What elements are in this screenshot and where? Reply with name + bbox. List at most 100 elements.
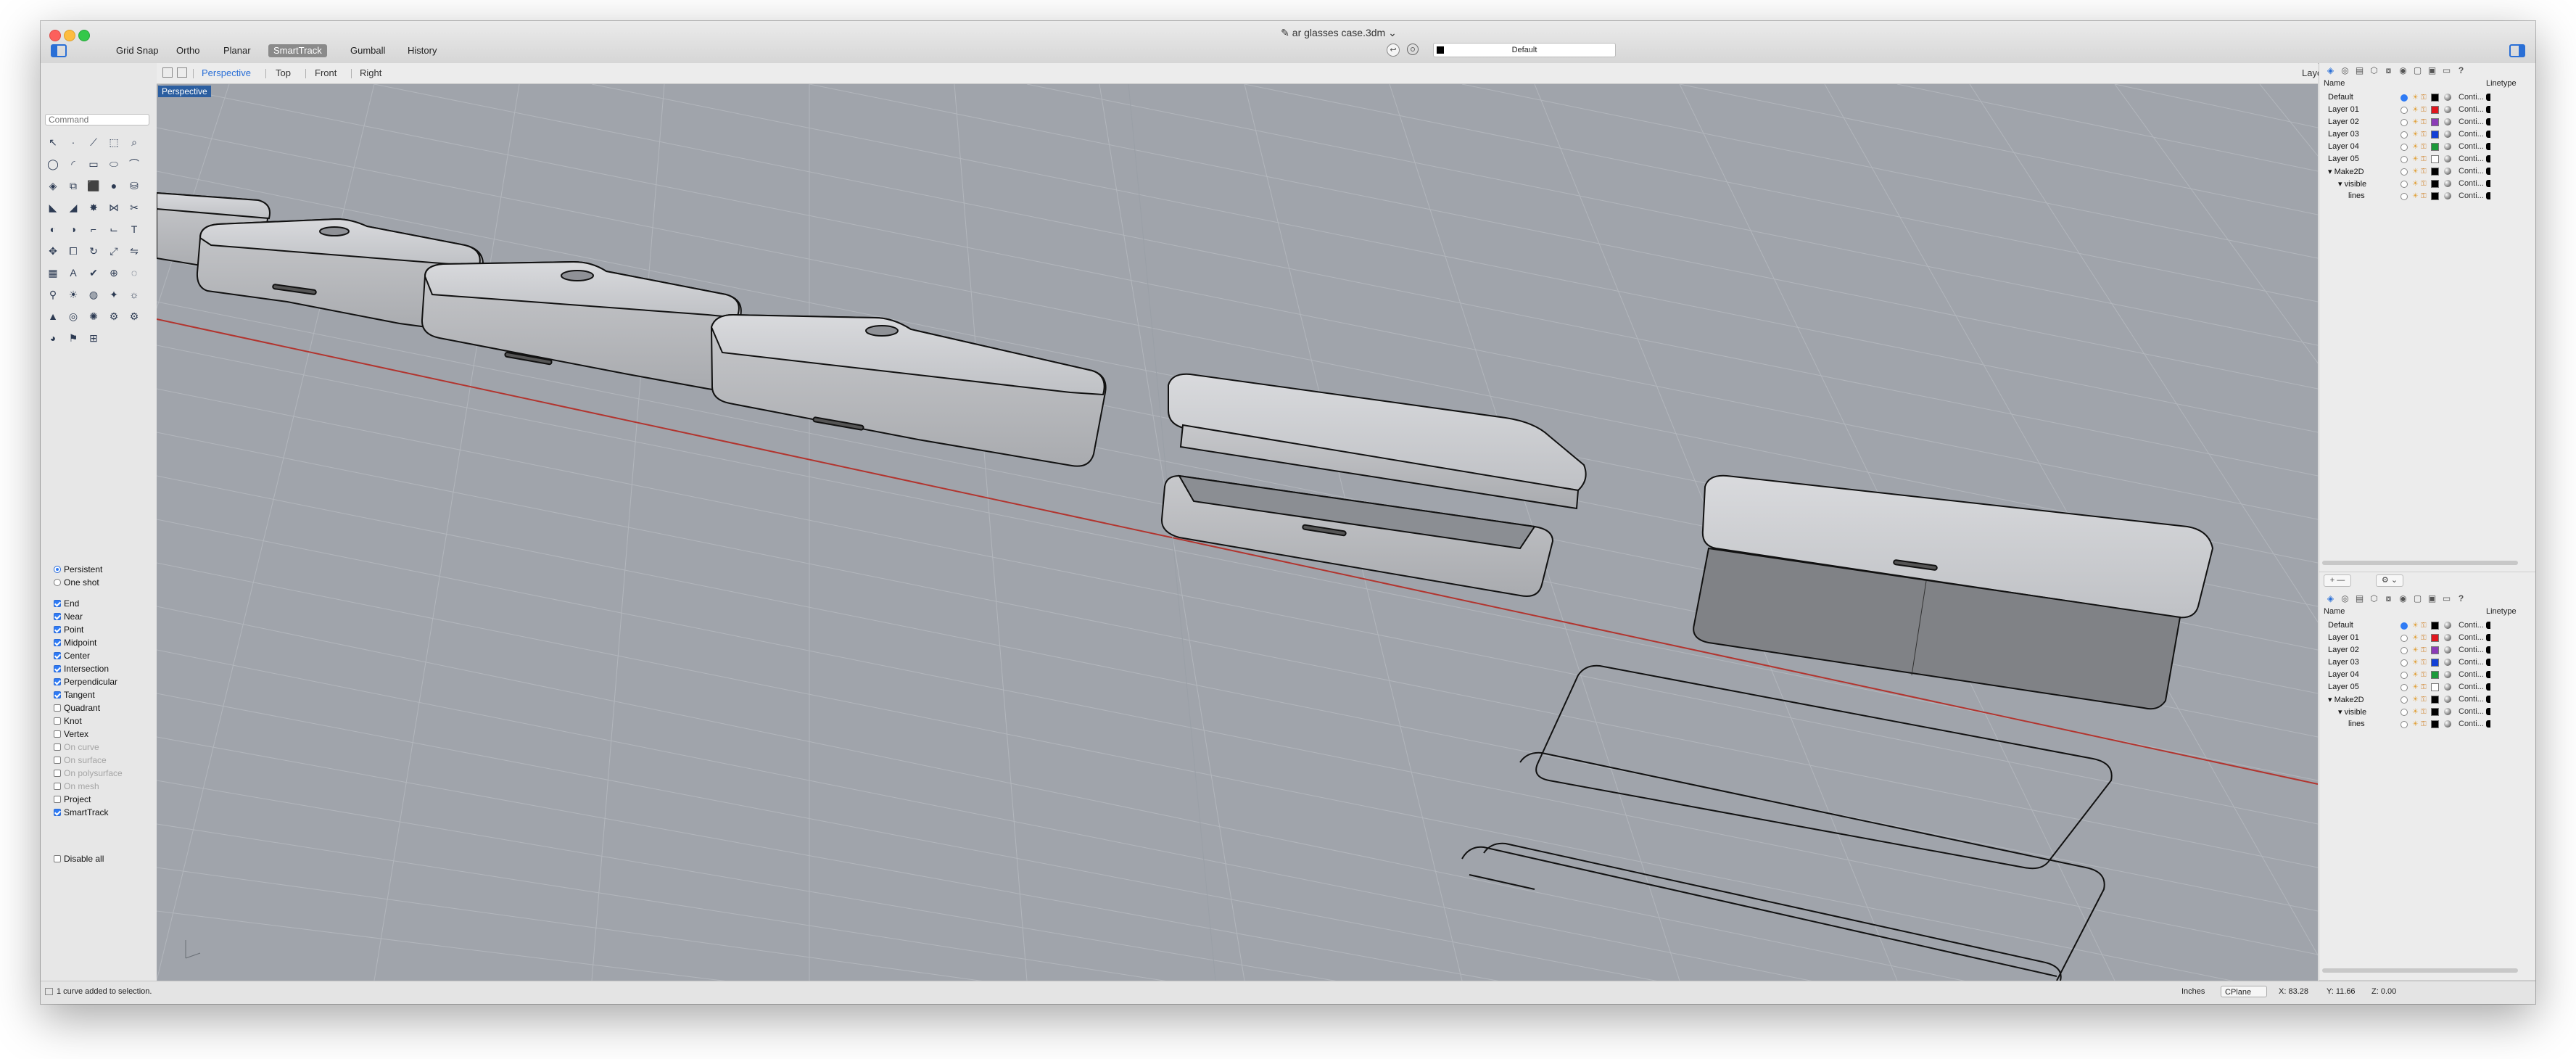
flag-icon[interactable]: ⚑ — [65, 330, 81, 346]
visibility-bulb-icon[interactable]: ☀ — [2412, 192, 2419, 200]
current-layer-radio[interactable] — [2400, 721, 2408, 728]
sweep-icon[interactable]: ◢ — [65, 199, 81, 215]
osnap-checkbox-on-curve[interactable]: On curve — [54, 742, 99, 752]
lock-icon[interactable]: ⚿ — [2421, 720, 2427, 728]
close-window-button[interactable] — [49, 30, 61, 41]
visibility-bulb-icon[interactable]: ☀ — [2412, 168, 2419, 176]
monitor-tab-icon[interactable]: ▭ — [2441, 65, 2452, 76]
layer-color-swatch[interactable] — [2431, 155, 2439, 163]
current-layer-radio[interactable] — [2400, 168, 2408, 176]
lock-icon[interactable]: ⚿ — [2421, 180, 2427, 188]
boolean-difference-icon[interactable]: ◑ — [65, 221, 81, 237]
array-icon[interactable]: ▦ — [45, 265, 61, 281]
lock-icon[interactable]: ⚿ — [2421, 622, 2427, 630]
rectangle-select-icon[interactable]: ⬚ — [106, 134, 122, 150]
linetype-label[interactable]: Conti... — [2459, 191, 2484, 200]
layer-color-swatch[interactable] — [2431, 720, 2439, 728]
print-color-icon[interactable] — [2486, 696, 2490, 703]
linetype-label[interactable]: Conti... — [2459, 670, 2484, 679]
color-wheel-icon[interactable]: ✺ — [86, 308, 102, 324]
linetype-label[interactable]: Conti... — [2459, 633, 2484, 642]
layer-row[interactable]: ▾ visible ☀ ⚿ Conti... — [2319, 706, 2535, 719]
material-icon[interactable] — [2444, 118, 2451, 125]
layers-scrollbar[interactable] — [2322, 561, 2518, 565]
print-color-icon[interactable] — [2486, 622, 2490, 629]
layer-color-swatch[interactable] — [2431, 671, 2439, 679]
gumball-icon[interactable]: ⊕ — [106, 265, 122, 281]
title-chevron-icon[interactable]: ⌄ — [1388, 27, 1397, 38]
visibility-bulb-icon[interactable]: ☀ — [2412, 155, 2419, 163]
zoom-window-button[interactable] — [78, 30, 90, 41]
layer-name[interactable]: Layer 03 — [2328, 130, 2359, 139]
material-icon[interactable] — [2444, 143, 2451, 150]
extrude-icon[interactable]: ⧉ — [65, 178, 81, 194]
visibility-bulb-icon[interactable]: ☀ — [2412, 696, 2419, 704]
print-color-icon[interactable] — [2486, 683, 2490, 691]
plane-icon[interactable]: ◈ — [45, 178, 61, 194]
document-tab-icon[interactable]: ▤ — [2354, 593, 2365, 604]
layer-name[interactable]: Layer 02 — [2328, 646, 2359, 654]
visibility-bulb-icon[interactable]: ☀ — [2412, 659, 2419, 667]
copy-icon[interactable]: ⧠ — [65, 243, 81, 259]
join-icon[interactable]: ⋈ — [106, 199, 122, 215]
layer-name[interactable]: Default — [2328, 93, 2353, 102]
minimize-window-button[interactable] — [64, 30, 75, 41]
current-layer-radio[interactable] — [2400, 622, 2408, 630]
blocks-tab-icon[interactable]: ⬡ — [2369, 65, 2379, 76]
current-layer-radio[interactable] — [2400, 119, 2408, 126]
print-color-icon[interactable] — [2486, 106, 2490, 113]
layer-row[interactable]: lines ☀ ⚿ Conti... — [2319, 191, 2535, 203]
layer-color-swatch[interactable] — [2431, 708, 2439, 716]
osnap-checkbox-vertex[interactable]: Vertex — [54, 729, 88, 739]
lock-icon[interactable]: ⚿ — [2421, 696, 2427, 704]
rotate-icon[interactable]: ↻ — [86, 243, 102, 259]
current-layer-radio[interactable] — [2400, 659, 2408, 667]
layer-row[interactable]: lines ☀ ⚿ Conti... — [2319, 719, 2535, 731]
document-tab-icon[interactable]: ▤ — [2354, 65, 2365, 76]
layer-name[interactable]: Layer 02 — [2328, 118, 2359, 126]
lock-icon[interactable]: ⚿ — [2421, 94, 2427, 102]
material-icon[interactable] — [2444, 659, 2451, 666]
lock-icon[interactable]: ⚿ — [2421, 155, 2427, 163]
layer-color-swatch[interactable] — [2431, 622, 2439, 630]
current-layer-radio[interactable] — [2400, 635, 2408, 642]
help-tab-icon[interactable]: ? — [2456, 593, 2466, 604]
history-toggle[interactable]: History — [402, 44, 442, 57]
material-icon[interactable] — [2444, 192, 2451, 199]
layer-name[interactable]: ▾ Make2D — [2328, 695, 2364, 704]
layer-row[interactable]: Default ☀ ⚿ Conti... — [2319, 92, 2535, 104]
globe-icon[interactable]: ◕ — [45, 330, 61, 346]
layer-name[interactable]: Layer 01 — [2328, 633, 2359, 642]
visibility-bulb-icon[interactable]: ☀ — [2412, 683, 2419, 691]
layer-name[interactable]: Layer 05 — [2328, 683, 2359, 691]
linetype-label[interactable]: Conti... — [2459, 118, 2484, 126]
current-layer-radio[interactable] — [2400, 144, 2408, 151]
bulb-icon[interactable]: ☼ — [126, 287, 142, 302]
osnap-one-shot-radio[interactable]: One shot — [54, 577, 99, 588]
linetype-label[interactable]: Conti... — [2459, 707, 2484, 716]
layer-color-swatch[interactable] — [2431, 696, 2439, 704]
material-icon[interactable] — [2444, 131, 2451, 138]
render-tab-icon[interactable]: ▣ — [2427, 65, 2437, 76]
visibility-bulb-icon[interactable]: ☀ — [2412, 634, 2419, 642]
print-color-icon[interactable] — [2486, 118, 2490, 125]
explode-icon[interactable]: ✸ — [86, 199, 102, 215]
lock-icon[interactable]: ⚿ — [2421, 659, 2427, 667]
material-icon[interactable] — [2444, 155, 2451, 162]
current-layer-radio[interactable] — [2400, 684, 2408, 691]
osnap-checkbox-on-mesh[interactable]: On mesh — [54, 781, 99, 791]
osnap-checkbox-end[interactable]: End — [54, 598, 79, 609]
layer-color-swatch[interactable] — [2431, 192, 2439, 200]
linetype-label[interactable]: Conti... — [2459, 167, 2484, 176]
layer-row[interactable]: Layer 02 ☀ ⚿ Conti... — [2319, 117, 2535, 129]
material-icon[interactable] — [2444, 94, 2451, 101]
current-layer-radio[interactable] — [2400, 181, 2408, 188]
lock-icon[interactable]: ⚿ — [2421, 168, 2427, 176]
cplane-select[interactable]: CPlane — [2221, 986, 2267, 997]
visibility-bulb-icon[interactable]: ☀ — [2412, 143, 2419, 151]
material-icon[interactable] — [2444, 696, 2451, 703]
layer-name[interactable]: Default — [2328, 621, 2353, 630]
planar-toggle[interactable]: Planar — [218, 44, 256, 57]
box-icon[interactable]: ⬛ — [86, 178, 102, 194]
layer-name[interactable]: Layer 04 — [2328, 670, 2359, 679]
